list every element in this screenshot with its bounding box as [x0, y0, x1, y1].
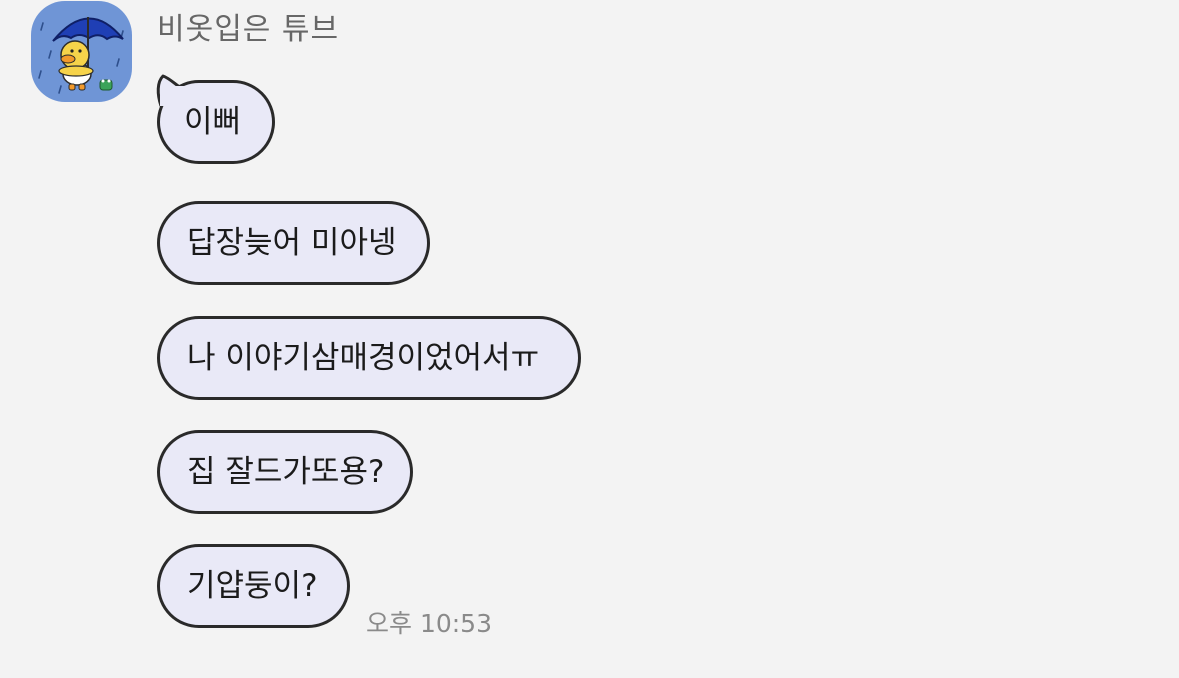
message-bubble[interactable]: 집 잘드가또용?	[157, 430, 413, 514]
message-text: 답장늦어 미아넹	[187, 225, 397, 261]
message-bubble[interactable]: 기얍둥이?	[157, 544, 350, 628]
tube-duck-with-umbrella-icon	[38, 17, 124, 94]
message-text: 집 잘드가또용?	[187, 454, 385, 490]
bubble-tail-fill	[160, 86, 184, 106]
message-text-overlay: 이뻐	[184, 104, 242, 140]
message-bubble[interactable]: 답장늦어 미아넹	[157, 201, 430, 285]
message-timestamp: 오후 10:53	[366, 609, 492, 638]
profile-avatar[interactable]	[31, 1, 132, 102]
message-text: 나 이야기삼매경이었어서ㅠ	[187, 340, 540, 376]
message-text: 기얍둥이?	[187, 568, 318, 604]
sender-name: 비옷입은 튜브	[157, 12, 340, 47]
message-bubble[interactable]: 나 이야기삼매경이었어서ㅠ	[157, 316, 581, 400]
